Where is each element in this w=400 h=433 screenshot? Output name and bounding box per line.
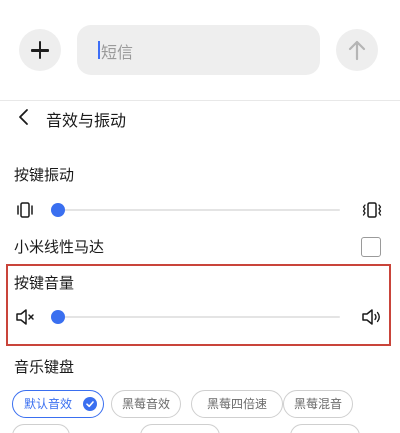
compose-bar: 短信 xyxy=(0,0,400,100)
chip-blackberry-mix[interactable]: 黑莓混音 xyxy=(283,390,353,418)
check-icon xyxy=(83,397,97,411)
page-title: 音效与振动 xyxy=(46,111,127,130)
chip-blackberry-4x[interactable]: 黑莓四倍速 xyxy=(191,390,283,418)
settings-header: 音效与振动 xyxy=(0,101,400,137)
key-vibration-slider[interactable] xyxy=(0,196,400,224)
chip-label: 默认音效 xyxy=(24,397,73,411)
music-keyboard-label: 音乐键盘 xyxy=(14,358,75,376)
arrow-up-icon xyxy=(348,40,366,61)
chip-label: 黑莓四倍速 xyxy=(206,397,267,411)
xiaomi-motor-label: 小米线性马达 xyxy=(14,238,105,256)
chip-label: 黑莓音效 xyxy=(121,397,170,411)
key-volume-slider[interactable] xyxy=(0,303,400,331)
key-volume-label: 按键音量 xyxy=(14,274,75,292)
slider-track xyxy=(58,316,340,318)
vibration-low-icon xyxy=(17,202,33,218)
chip-peek xyxy=(290,424,360,433)
slider-thumb[interactable] xyxy=(51,310,65,324)
chip-default-sound[interactable]: 默认音效 xyxy=(12,390,104,418)
chip-peek xyxy=(12,424,70,433)
xiaomi-motor-checkbox[interactable] xyxy=(361,237,381,257)
vibration-high-icon xyxy=(362,202,382,218)
message-input[interactable]: 短信 xyxy=(77,25,320,75)
slider-thumb[interactable] xyxy=(51,203,65,217)
back-arrow-icon[interactable] xyxy=(16,108,32,126)
chip-blackberry-sound[interactable]: 黑莓音效 xyxy=(111,390,181,418)
text-caret xyxy=(98,41,100,59)
slider-track xyxy=(58,209,340,211)
options-next-row xyxy=(0,424,400,433)
add-attachment-button[interactable] xyxy=(19,29,61,71)
key-vibration-label: 按键振动 xyxy=(14,166,75,184)
volume-mute-icon xyxy=(16,309,34,325)
chip-peek xyxy=(140,424,220,433)
music-keyboard-options: 默认音效 黑莓音效 黑莓四倍速 黑莓混音 xyxy=(12,390,400,418)
send-button[interactable] xyxy=(336,29,378,71)
volume-high-icon xyxy=(362,309,380,325)
chip-label: 黑莓混音 xyxy=(293,397,342,411)
message-placeholder: 短信 xyxy=(101,43,134,62)
